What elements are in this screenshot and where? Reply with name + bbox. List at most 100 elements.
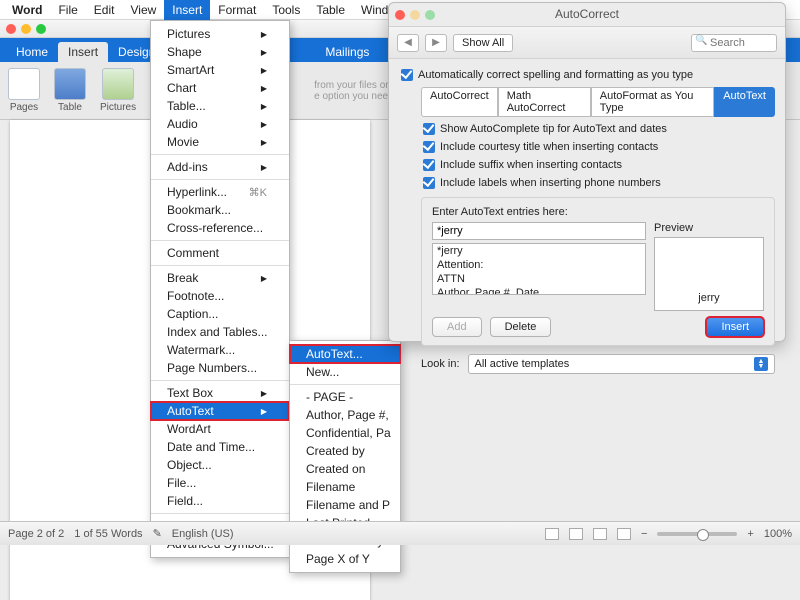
menu-item[interactable]: Field...	[151, 492, 289, 510]
delete-button[interactable]: Delete	[490, 317, 552, 337]
menu-edit[interactable]: Edit	[86, 0, 123, 20]
preview-label: Preview	[654, 222, 764, 234]
ribbon-label: Pages	[10, 102, 38, 113]
zoom-minus[interactable]: −	[641, 528, 647, 540]
check-suffix[interactable]: Include suffix when inserting contacts	[423, 159, 775, 171]
autotext-entry-input[interactable]	[432, 222, 646, 240]
check-phone-labels[interactable]: Include labels when inserting phone numb…	[423, 177, 775, 189]
submenu-item[interactable]: Filename	[290, 478, 400, 496]
status-language[interactable]: English (US)	[172, 528, 234, 540]
menu-item[interactable]: Movie	[151, 133, 289, 151]
menu-view[interactable]: View	[122, 0, 164, 20]
menu-item[interactable]: File...	[151, 474, 289, 492]
submenu-item[interactable]: - PAGE -	[290, 388, 400, 406]
search-field[interactable]	[691, 34, 777, 52]
status-page[interactable]: Page 2 of 2	[8, 528, 64, 540]
zoom-value[interactable]: 100%	[764, 528, 792, 540]
submenu-item[interactable]: Page X of Y	[290, 550, 400, 568]
menu-item[interactable]: Break	[151, 269, 289, 287]
menu-item[interactable]: Add-ins	[151, 158, 289, 176]
tab-autocorrect[interactable]: AutoCorrect	[421, 87, 498, 117]
back-button[interactable]: ◀	[397, 34, 419, 52]
ribbon-table[interactable]: Table	[54, 68, 86, 113]
menu-item[interactable]: Footnote...	[151, 287, 289, 305]
menu-item[interactable]: SmartArt	[151, 61, 289, 79]
menu-item[interactable]: AutoText	[151, 402, 289, 420]
menu-item[interactable]: Comment	[151, 244, 289, 262]
ribbon-pictures[interactable]: Pictures	[100, 68, 136, 113]
view-print-icon[interactable]	[545, 528, 559, 540]
preview-text: jerry	[698, 292, 719, 304]
table-icon	[54, 68, 86, 100]
list-item[interactable]: Attention:	[433, 258, 645, 272]
forward-button[interactable]: ▶	[425, 34, 447, 52]
close-icon[interactable]	[395, 10, 405, 20]
submenu-item[interactable]: Confidential, Pa	[290, 424, 400, 442]
tab-mailings[interactable]: Mailings	[315, 42, 379, 62]
ribbon-pages[interactable]: Pages	[8, 68, 40, 113]
list-item[interactable]: Author, Page #, Date	[433, 286, 645, 295]
close-icon[interactable]	[6, 24, 16, 34]
menu-item[interactable]: Date and Time...	[151, 438, 289, 456]
tab-home[interactable]: Home	[6, 42, 58, 62]
autocorrect-window: AutoCorrect ◀ ▶ Show All Automatically c…	[388, 2, 786, 342]
menu-item[interactable]: Caption...	[151, 305, 289, 323]
chevron-updown-icon: ▲▼	[754, 357, 768, 371]
zoom-icon[interactable]	[36, 24, 46, 34]
zoom-plus[interactable]: +	[747, 528, 753, 540]
check-label: Automatically correct spelling and forma…	[418, 69, 693, 81]
menu-table[interactable]: Table	[308, 0, 353, 20]
menu-item[interactable]: Hyperlink...⌘K	[151, 183, 289, 201]
status-words[interactable]: 1 of 55 Words	[74, 528, 142, 540]
checkbox-icon	[401, 69, 413, 81]
zoom-slider[interactable]	[657, 532, 737, 536]
tab-math-autocorrect[interactable]: Math AutoCorrect	[498, 87, 591, 117]
menu-item[interactable]: Index and Tables...	[151, 323, 289, 341]
menu-insert[interactable]: Insert	[164, 0, 210, 20]
check-courtesy-title[interactable]: Include courtesy title when inserting co…	[423, 141, 775, 153]
menu-file[interactable]: File	[50, 0, 85, 20]
menu-item[interactable]: Watermark...	[151, 341, 289, 359]
menu-item[interactable]: Table...	[151, 97, 289, 115]
submenu-item[interactable]: New...	[290, 363, 400, 381]
menu-format[interactable]: Format	[210, 0, 264, 20]
autocorrect-titlebar[interactable]: AutoCorrect	[389, 3, 785, 27]
menu-item[interactable]: Text Box	[151, 384, 289, 402]
list-item[interactable]: *jerry	[433, 244, 645, 258]
menu-item[interactable]: Page Numbers...	[151, 359, 289, 377]
submenu-item[interactable]: Created on	[290, 460, 400, 478]
view-draft-icon[interactable]	[617, 528, 631, 540]
checkbox-icon	[423, 141, 435, 153]
tab-autotext[interactable]: AutoText	[714, 87, 775, 117]
submenu-item[interactable]: Author, Page #,	[290, 406, 400, 424]
menu-item[interactable]: Audio	[151, 115, 289, 133]
autotext-list[interactable]: *jerryAttention:ATTNAuthor, Page #, Date	[432, 243, 646, 295]
view-outline-icon[interactable]	[593, 528, 607, 540]
search-input[interactable]	[691, 34, 777, 52]
submenu-item[interactable]: AutoText...	[290, 345, 400, 363]
minimize-icon[interactable]	[21, 24, 31, 34]
menu-tools[interactable]: Tools	[264, 0, 308, 20]
submenu-item[interactable]: Created by	[290, 442, 400, 460]
menu-item[interactable]: Cross-reference...	[151, 219, 289, 237]
check-autocomplete-tip[interactable]: Show AutoComplete tip for AutoText and d…	[423, 123, 775, 135]
menu-item[interactable]: WordArt	[151, 420, 289, 438]
status-bar: Page 2 of 2 1 of 55 Words ✎ English (US)…	[0, 521, 800, 545]
menu-item[interactable]: Bookmark...	[151, 201, 289, 219]
show-all-button[interactable]: Show All	[453, 34, 513, 52]
submenu-item[interactable]: Filename and P	[290, 496, 400, 514]
insert-button[interactable]: Insert	[706, 317, 764, 337]
auto-correct-check[interactable]: Automatically correct spelling and forma…	[401, 69, 775, 81]
menu-item[interactable]: Shape	[151, 43, 289, 61]
spellcheck-icon[interactable]: ✎	[153, 527, 162, 540]
lookin-select[interactable]: All active templates ▲▼	[468, 354, 775, 374]
menu-item[interactable]: Chart	[151, 79, 289, 97]
list-item[interactable]: ATTN	[433, 272, 645, 286]
ribbon-label: Pictures	[100, 102, 136, 113]
tab-autoformat-type[interactable]: AutoFormat as You Type	[591, 87, 714, 117]
view-web-icon[interactable]	[569, 528, 583, 540]
menu-item[interactable]: Pictures	[151, 25, 289, 43]
tab-insert[interactable]: Insert	[58, 42, 108, 62]
page-icon	[8, 68, 40, 100]
menu-item[interactable]: Object...	[151, 456, 289, 474]
